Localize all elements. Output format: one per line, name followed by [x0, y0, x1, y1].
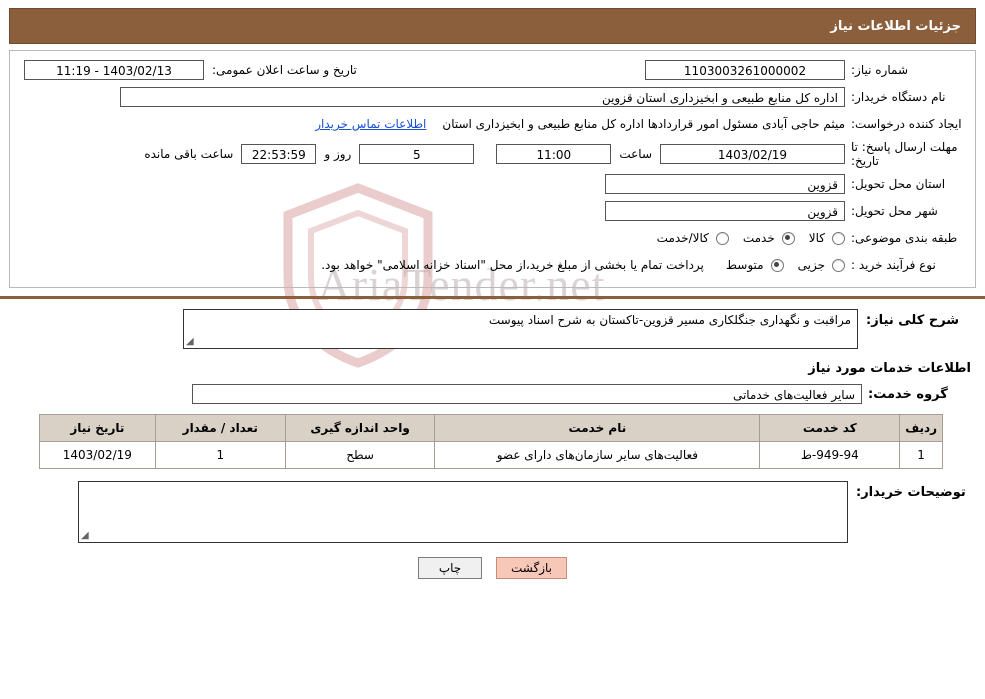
need-number-value: 1103003261000002 [645, 60, 845, 80]
description-value: مراقبت و نگهداری جنگلکاری مسیر قزوین-تاک… [488, 313, 851, 327]
col-index: ردیف [899, 414, 943, 442]
cell-name: فعالیت‌های سایر سازمان‌های دارای عضو [434, 441, 761, 469]
col-code: کد خدمت [759, 414, 901, 442]
row-category: طبقه بندی موضوعی: کالا خدمت کالا/خدمت [16, 227, 969, 249]
service-group-value: سایر فعالیت‌های خدماتی [192, 384, 862, 404]
buyer-notes-value [79, 482, 847, 490]
cell-code: 949-94-ط [759, 441, 901, 469]
category-radio-group: کالا خدمت کالا/خدمت [647, 231, 845, 245]
process-radio-group: جزیی متوسط [716, 258, 845, 272]
deadline-date-value: 1403/02/19 [660, 144, 845, 164]
radio-process-minor-label: جزیی [797, 258, 825, 272]
announce-datetime-label: تاریخ و ساعت اعلان عمومی: [212, 63, 357, 77]
table-header-row: ردیف کد خدمت نام خدمت واحد اندازه گیری ت… [39, 414, 943, 442]
buyer-contact-link[interactable]: اطلاعات تماس خریدار [307, 117, 434, 131]
process-note: پرداخت تمام یا بخشی از مبلغ خرید،از محل … [321, 258, 704, 272]
row-process-type: نوع فرآیند خرید : جزیی متوسط پرداخت تمام… [16, 254, 969, 276]
buyer-notes-section: توضیحات خریدار: ◢ [9, 481, 976, 543]
back-button[interactable]: بازگشت [496, 557, 567, 579]
resize-handle-icon-2[interactable]: ◢ [81, 530, 89, 541]
page-header: جزئیات اطلاعات نیاز [9, 8, 976, 44]
row-deadline: مهلت ارسال پاسخ: تا تاریخ: 1403/02/19 سا… [16, 140, 969, 168]
buyer-org-value: اداره کل منابع طبیعی و ابخیزداری استان ق… [120, 87, 845, 107]
radio-category-goods-label: کالا [808, 231, 825, 245]
table-row[interactable]: 1 949-94-ط فعالیت‌های سایر سازمان‌های دا… [39, 441, 943, 469]
row-province: استان محل تحویل: قزوین [16, 173, 969, 195]
process-label: نوع فرآیند خرید : [851, 258, 936, 272]
radio-process-medium[interactable] [770, 258, 784, 272]
radio-process-minor[interactable] [832, 258, 845, 272]
row-city: شهر محل تحویل: قزوین [16, 200, 969, 222]
page-title: جزئیات اطلاعات نیاز [830, 18, 961, 34]
hour-label: ساعت [619, 147, 652, 161]
service-group-row: گروه خدمت: سایر فعالیت‌های خدماتی [9, 384, 976, 404]
col-quantity: تعداد / مقدار [154, 414, 286, 442]
cell-quantity: 1 [154, 441, 286, 469]
description-section: شرح کلی نیاز: مراقبت و نگهداری جنگلکاری … [9, 299, 976, 349]
buyer-notes-label: توضیحات خریدار: [856, 485, 966, 500]
deadline-time-value: 11:00 [496, 144, 612, 164]
row-requester: ایجاد کننده درخواست: میثم حاجی آبادی مسئ… [16, 113, 969, 135]
need-info-panel: شماره نیاز: 1103003261000002 تاریخ و ساع… [9, 50, 976, 288]
col-unit: واحد اندازه گیری [284, 414, 436, 442]
province-value: قزوین [605, 174, 845, 194]
print-button[interactable]: چاپ [418, 557, 482, 579]
radio-process-medium-label: متوسط [725, 258, 764, 272]
description-label: شرح کلی نیاز: [866, 313, 960, 328]
services-heading: اطلاعات خدمات مورد نیاز [808, 361, 971, 376]
col-name: نام خدمت [434, 414, 761, 442]
buyer-org-label: نام دستگاه خریدار: [851, 90, 946, 104]
remaining-label: ساعت باقی مانده [144, 147, 234, 161]
category-label: طبقه بندی موضوعی: [851, 231, 958, 245]
requester-label: ایجاد کننده درخواست: [851, 117, 962, 131]
countdown-value: 22:53:59 [241, 144, 317, 164]
row-buyer-org: نام دستگاه خریدار: اداره کل منابع طبیعی … [16, 86, 969, 108]
service-group-label: گروه خدمت: [868, 386, 948, 402]
description-textarea[interactable]: مراقبت و نگهداری جنگلکاری مسیر قزوین-تاک… [183, 309, 858, 349]
row-need-number: شماره نیاز: 1103003261000002 تاریخ و ساع… [16, 59, 969, 81]
radio-category-service[interactable] [781, 231, 795, 245]
remaining-days-value: 5 [359, 144, 475, 164]
radio-category-goods-service-label: کالا/خدمت [656, 231, 709, 245]
requester-value: میثم حاجی آبادی مسئول امور قراردادها ادا… [442, 117, 845, 131]
days-label: روز و [324, 147, 352, 161]
city-label: شهر محل تحویل: [851, 204, 938, 218]
footer-buttons: بازگشت چاپ [0, 557, 985, 579]
col-date: تاریخ نیاز [39, 414, 156, 442]
radio-category-goods[interactable] [832, 231, 845, 245]
services-table: ردیف کد خدمت نام خدمت واحد اندازه گیری ت… [39, 414, 943, 469]
radio-category-service-label: خدمت [742, 231, 775, 245]
radio-category-goods-service[interactable] [715, 231, 729, 245]
cell-index: 1 [899, 441, 943, 469]
buyer-notes-textarea[interactable]: ◢ [78, 481, 848, 543]
announce-datetime-value: 1403/02/13 - 11:19 [24, 60, 204, 80]
need-number-label: شماره نیاز: [851, 63, 908, 77]
city-value: قزوین [605, 201, 845, 221]
resize-handle-icon[interactable]: ◢ [186, 336, 194, 347]
cell-unit: سطح [284, 441, 436, 469]
page-root: AriaTender.net جزئیات اطلاعات نیاز شماره… [0, 8, 985, 699]
deadline-label: مهلت ارسال پاسخ: تا تاریخ: [851, 140, 958, 168]
province-label: استان محل تحویل: [851, 177, 946, 191]
cell-date: 1403/02/19 [39, 441, 156, 469]
